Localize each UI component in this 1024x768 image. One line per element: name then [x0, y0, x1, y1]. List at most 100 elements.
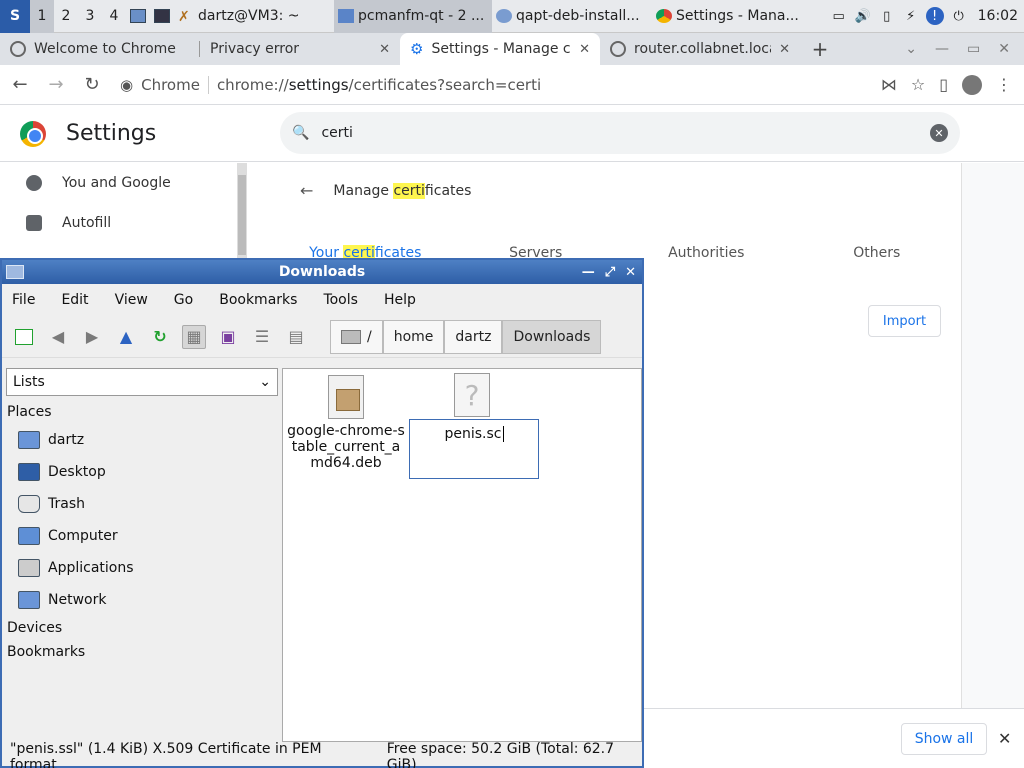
start-menu-button[interactable]: S [0, 0, 30, 33]
clear-search-icon[interactable]: ✕ [930, 124, 948, 142]
menu-help[interactable]: Help [384, 292, 416, 308]
address-bar[interactable]: ◉ Chrome chrome://settings/certificates?… [116, 70, 856, 100]
place-applications[interactable]: Applications [4, 552, 278, 584]
devices-heading[interactable]: Devices [4, 616, 278, 640]
star-icon[interactable]: ☆ [911, 75, 925, 94]
task-qapt[interactable]: qapt-deb-install... [492, 0, 652, 33]
menu-go[interactable]: Go [174, 292, 193, 308]
task-pcmanfm[interactable]: pcmanfm-qt - 2 ... [334, 0, 492, 33]
maximize-icon[interactable]: ▭ [967, 41, 980, 57]
task-terminal[interactable]: ✗ dartz@VM3: ~ [174, 0, 334, 33]
share-icon[interactable]: ⋈ [881, 75, 897, 94]
clipboard-icon[interactable]: ▯ [878, 7, 896, 25]
tab-others[interactable]: Others [792, 245, 963, 261]
window-titlebar[interactable]: Downloads — ⤢ ✕ [2, 260, 642, 284]
globe-icon [10, 41, 26, 57]
place-network[interactable]: Network [4, 584, 278, 616]
minimize-icon[interactable]: — [582, 265, 595, 280]
more-menu-icon[interactable]: ⋮ [996, 75, 1012, 94]
desktop-2[interactable]: 2 [54, 0, 78, 33]
tab-search-icon[interactable]: ⌄ [905, 41, 917, 57]
back-icon[interactable]: ◀ [46, 325, 70, 349]
file-item[interactable]: google-chrome-stable_current_amd64.deb [287, 375, 405, 471]
close-icon[interactable]: ✕ [779, 42, 790, 57]
detailed-view-icon[interactable]: ▤ [284, 325, 308, 349]
clock[interactable]: 16:02 [974, 8, 1018, 24]
close-icon[interactable]: ✕ [379, 42, 390, 57]
menu-edit[interactable]: Edit [61, 292, 88, 308]
close-icon[interactable]: ✕ [579, 42, 590, 57]
desktop-3[interactable]: 3 [78, 0, 102, 33]
folder-icon [338, 9, 354, 23]
thumbnail-view-icon[interactable]: ▣ [216, 325, 240, 349]
rename-input[interactable]: penis.sc [409, 419, 539, 479]
side-panel-icon[interactable]: ▯ [939, 75, 948, 94]
back-arrow-icon[interactable]: ← [300, 181, 313, 200]
icon-view-icon[interactable]: ▦ [182, 324, 206, 349]
tab-router[interactable]: router.collabnet.loca ✕ [600, 33, 800, 65]
file-item-renaming[interactable]: ? [413, 373, 531, 417]
sidebar-item-you-and-google[interactable]: You and Google [0, 163, 248, 203]
notes-icon[interactable]: ▭ [830, 7, 848, 25]
settings-search[interactable]: 🔍 certi ✕ [280, 112, 960, 154]
breadcrumb-downloads[interactable]: Downloads [502, 319, 602, 354]
quicklaunch-terminal-icon[interactable] [150, 0, 174, 33]
gear-icon: ⚙ [410, 40, 424, 58]
place-computer[interactable]: Computer [4, 520, 278, 552]
close-icon[interactable]: ✕ [998, 729, 1011, 748]
sidebar-scrollbar[interactable] [237, 163, 247, 263]
power-icon[interactable]: ⏻ [950, 7, 968, 25]
tab-welcome[interactable]: Welcome to Chrome [0, 33, 200, 65]
show-all-button[interactable]: Show all [901, 723, 987, 755]
places-heading[interactable]: Places [4, 396, 278, 424]
compact-view-icon[interactable]: ☰ [250, 325, 274, 349]
side-pane-mode-select[interactable]: Lists ⌄ [6, 368, 278, 396]
network-icon[interactable]: ⚡ [902, 7, 920, 25]
back-button[interactable]: ← [4, 69, 36, 101]
forward-button[interactable]: → [40, 69, 72, 101]
minimize-icon[interactable]: — [935, 41, 949, 57]
reload-icon[interactable]: ↻ [148, 325, 172, 349]
task-chrome[interactable]: Settings - Mana... [652, 0, 804, 33]
forward-icon[interactable]: ▶ [80, 325, 104, 349]
place-label: Applications [48, 560, 134, 576]
desktop-1[interactable]: 1 [30, 0, 54, 33]
desktop-4[interactable]: 4 [102, 0, 126, 33]
import-button[interactable]: Import [868, 305, 941, 337]
tab-settings[interactable]: ⚙ Settings - Manage ce ✕ [400, 33, 600, 65]
breadcrumb-home[interactable]: home [382, 319, 445, 354]
unknown-file-icon: ? [454, 373, 490, 417]
tab-authorities[interactable]: Authorities [621, 245, 792, 261]
info-icon[interactable]: ! [925, 7, 944, 25]
breadcrumb-dartz[interactable]: dartz [444, 319, 503, 354]
bookmarks-heading[interactable]: Bookmarks [4, 640, 278, 664]
menu-bookmarks[interactable]: Bookmarks [219, 292, 297, 308]
title-text: Manage [333, 182, 394, 199]
reload-button[interactable]: ↻ [76, 69, 108, 101]
search-input[interactable]: certi [321, 125, 352, 141]
file-view[interactable]: google-chrome-stable_current_amd64.deb ?… [282, 368, 642, 742]
sidebar-item-autofill[interactable]: Autofill [0, 203, 248, 243]
up-icon[interactable]: ▲ [114, 325, 138, 349]
volume-icon[interactable]: 🔊 [854, 7, 872, 25]
tab-privacy-error[interactable]: Privacy error ✕ [200, 33, 400, 65]
scrollbar-thumb[interactable] [238, 175, 246, 255]
profile-avatar[interactable] [962, 74, 982, 95]
close-icon[interactable]: ✕ [998, 41, 1010, 57]
maximize-icon[interactable]: ⤢ [605, 265, 615, 280]
card-title: Manage certificates [333, 182, 472, 199]
menu-tools[interactable]: Tools [323, 292, 358, 308]
place-trash[interactable]: Trash [4, 488, 278, 520]
title-text: ficates [424, 182, 472, 199]
quicklaunch-filemanager-icon[interactable] [126, 0, 150, 33]
place-desktop[interactable]: Desktop [4, 456, 278, 488]
new-window-icon[interactable] [12, 325, 36, 349]
chrome-icon: ◉ [120, 75, 134, 94]
url-rest: /certificates?search=certi [348, 75, 542, 94]
menu-file[interactable]: File [12, 292, 35, 308]
new-tab-button[interactable]: + [800, 37, 840, 61]
breadcrumb-root[interactable]: / [330, 319, 383, 354]
menu-view[interactable]: View [115, 292, 148, 308]
close-icon[interactable]: ✕ [625, 265, 636, 280]
place-dartz[interactable]: dartz [4, 424, 278, 456]
